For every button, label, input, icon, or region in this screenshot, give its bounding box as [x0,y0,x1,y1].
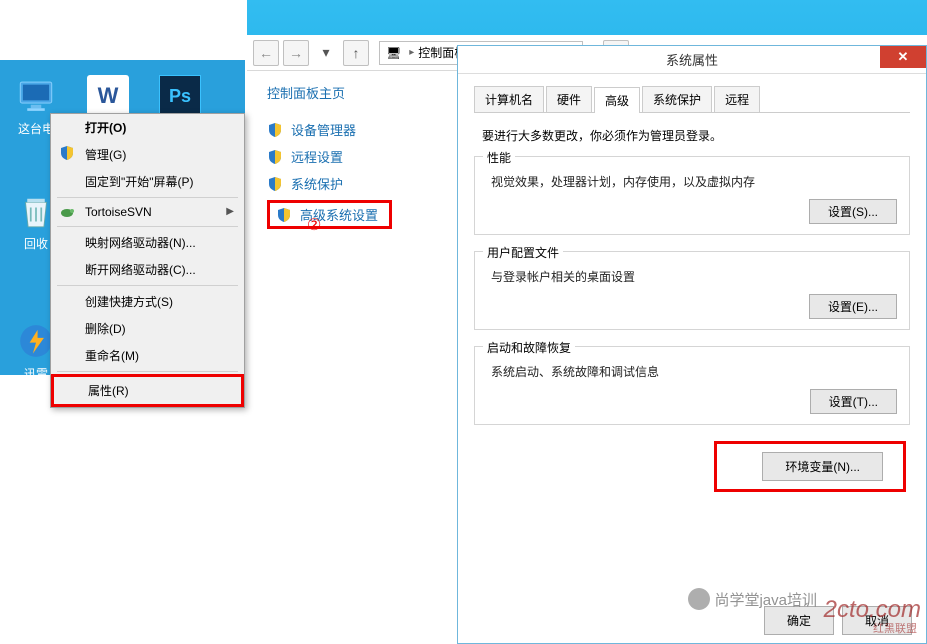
highlight-box-env: 环境变量(N)... [714,441,906,492]
chevron-right-icon: ▶ [226,206,234,217]
group-startup-recovery: 启动和故障恢复 系统启动、系统故障和调试信息 设置(T)... [474,346,910,425]
group-performance: 性能 视觉效果，处理器计划，内存使用，以及虚拟内存 设置(S)... [474,156,910,235]
ctx-manage[interactable]: 管理(G) [51,141,244,168]
tab-computer-name[interactable]: 计算机名 [474,86,544,112]
sidebar-device-manager[interactable]: 设备管理器 [267,116,447,143]
nav-back[interactable]: ← [253,40,279,66]
watermark-wechat: 尚学堂java培训 [688,588,817,610]
sidebar-advanced-system-settings[interactable]: 高级系统设置 [276,205,383,224]
settings-profiles-button[interactable]: 设置(E)... [809,294,897,319]
shield-icon [267,122,283,138]
ctx-tortoisesvn[interactable]: TortoiseSVN ▶ [51,200,244,224]
settings-startup-button[interactable]: 设置(T)... [810,389,897,414]
nav-up[interactable]: ↑ [343,40,369,66]
group-desc: 与登录帐户相关的桌面设置 [491,268,897,285]
ctx-rename[interactable]: 重命名(M) [51,342,244,369]
icon-label: 这台电 [18,120,54,137]
group-title: 启动和故障恢复 [483,339,575,356]
group-desc: 系统启动、系统故障和调试信息 [491,363,897,380]
group-title: 性能 [483,149,515,166]
sidebar-remote-settings[interactable]: 远程设置 [267,143,447,170]
group-title: 用户配置文件 [483,244,563,261]
system-properties-dialog: 系统属性 ✕ 计算机名 硬件 高级 系统保护 远程 要进行大多数更改，你必须作为… [457,45,927,644]
tab-remote[interactable]: 远程 [714,86,760,112]
icon-label: 迅雷 [24,365,48,382]
nav-recent[interactable]: ▾ [313,40,339,66]
ctx-create-shortcut[interactable]: 创建快捷方式(S) [51,288,244,315]
sidebar: 控制面板主页 设备管理器 远程设置 系统保护 高级系统设置 [247,71,447,232]
watermark-tag: 红黑联盟 [873,620,917,636]
tortoise-icon [59,204,75,220]
separator [57,197,238,198]
tab-hardware[interactable]: 硬件 [546,86,592,112]
ctx-pin-to-start[interactable]: 固定到"开始"屏幕(P) [51,168,244,195]
group-desc: 视觉效果，处理器计划，内存使用，以及虚拟内存 [491,173,897,190]
sidebar-system-protection[interactable]: 系统保护 [267,170,447,197]
settings-performance-button[interactable]: 设置(S)... [809,199,897,224]
admin-note: 要进行大多数更改，你必须作为管理员登录。 [482,127,910,144]
tab-group: 计算机名 硬件 高级 系统保护 远程 [474,86,910,113]
ctx-delete[interactable]: 删除(D) [51,315,244,342]
highlight-box-advanced: 高级系统设置 [267,200,392,229]
separator [57,371,238,372]
separator [57,285,238,286]
dialog-title[interactable]: 系统属性 ✕ [458,46,926,74]
env-variables-button[interactable]: 环境变量(N)... [762,452,883,481]
icon-label: 回收 [24,235,48,252]
wechat-icon [688,588,710,610]
photoshop-icon: Ps [159,75,201,117]
computer-mini-icon: 🖥 [386,46,401,60]
window-titlebar[interactable] [247,0,927,35]
ctx-open[interactable]: 打开(O) [51,114,244,141]
context-menu: 打开(O) 管理(G) 固定到"开始"屏幕(P) TortoiseSVN ▶ 映… [50,113,245,408]
chevron-right-icon: ▸ [409,47,414,58]
shield-icon [267,176,283,192]
annotation-two: ② [307,215,321,235]
shield-icon [267,149,283,165]
ctx-map-drive[interactable]: 映射网络驱动器(N)... [51,229,244,256]
tab-advanced[interactable]: 高级 [594,87,640,113]
close-button[interactable]: ✕ [880,46,926,68]
shield-icon [59,145,75,161]
shield-icon [276,207,292,223]
word-icon: W [87,75,129,117]
tab-system-protection[interactable]: 系统保护 [642,86,712,112]
computer-icon [15,75,57,117]
group-user-profiles: 用户配置文件 与登录帐户相关的桌面设置 设置(E)... [474,251,910,330]
sidebar-title: 控制面板主页 [267,83,447,102]
separator [57,226,238,227]
nav-forward[interactable]: → [283,40,309,66]
ctx-properties[interactable]: 属性(R) [51,374,244,407]
ctx-disconnect-drive[interactable]: 断开网络驱动器(C)... [51,256,244,283]
